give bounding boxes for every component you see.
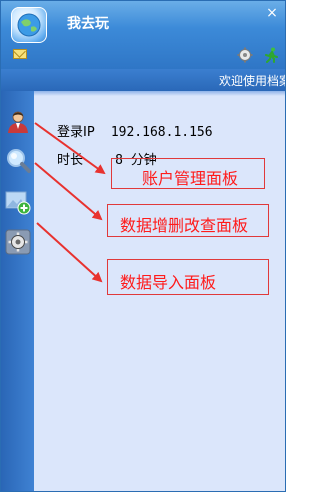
- arrow-to-import-panel: [36, 222, 103, 283]
- app-window: 我去玩 × 欢迎使用档案 登录IP 192.168.1.156 时长 8 分钟 …: [0, 0, 286, 492]
- annotation-arrows: [34, 122, 106, 283]
- arrow-to-crud-panel: [34, 162, 103, 221]
- arrow-to-account-panel: [34, 122, 106, 175]
